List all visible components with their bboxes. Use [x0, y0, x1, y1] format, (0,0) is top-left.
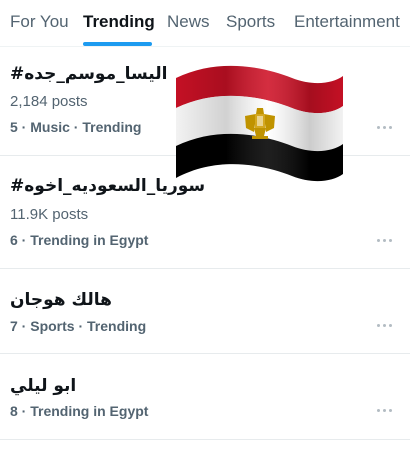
- trend-name: #اليسا_موسم_جده: [10, 64, 168, 84]
- tab-sports[interactable]: Sports: [226, 12, 275, 32]
- trend-item[interactable]: هالك هوجان 7 · Sports · Trending: [0, 269, 410, 354]
- trend-item[interactable]: ابو ليلي 8 · Trending in Egypt: [0, 354, 410, 440]
- active-tab-indicator: [83, 42, 152, 46]
- tab-trending[interactable]: Trending: [83, 12, 155, 32]
- trend-name: ابو ليلي: [10, 376, 77, 396]
- trend-meta: 6 · Trending in Egypt: [10, 232, 149, 248]
- tab-bar: For You Trending News Sports Entertainme…: [0, 0, 410, 47]
- trend-post-count: 11.9K posts: [10, 206, 89, 223]
- trend-name: هالك هوجان: [10, 290, 112, 310]
- more-horizontal-icon[interactable]: [376, 236, 394, 246]
- more-horizontal-icon[interactable]: [376, 321, 394, 331]
- more-horizontal-icon[interactable]: [376, 406, 394, 416]
- trend-meta: 5 · Music · Trending: [10, 119, 142, 135]
- egypt-flag-image: [176, 65, 343, 182]
- trend-meta: 7 · Sports · Trending: [10, 318, 147, 334]
- more-horizontal-icon[interactable]: [376, 123, 394, 133]
- trend-post-count: 2,184 posts: [10, 93, 88, 110]
- trend-meta: 8 · Trending in Egypt: [10, 403, 149, 419]
- tab-for-you[interactable]: For You: [10, 12, 69, 32]
- tab-entertainment[interactable]: Entertainment: [294, 12, 400, 32]
- tab-news[interactable]: News: [167, 12, 210, 32]
